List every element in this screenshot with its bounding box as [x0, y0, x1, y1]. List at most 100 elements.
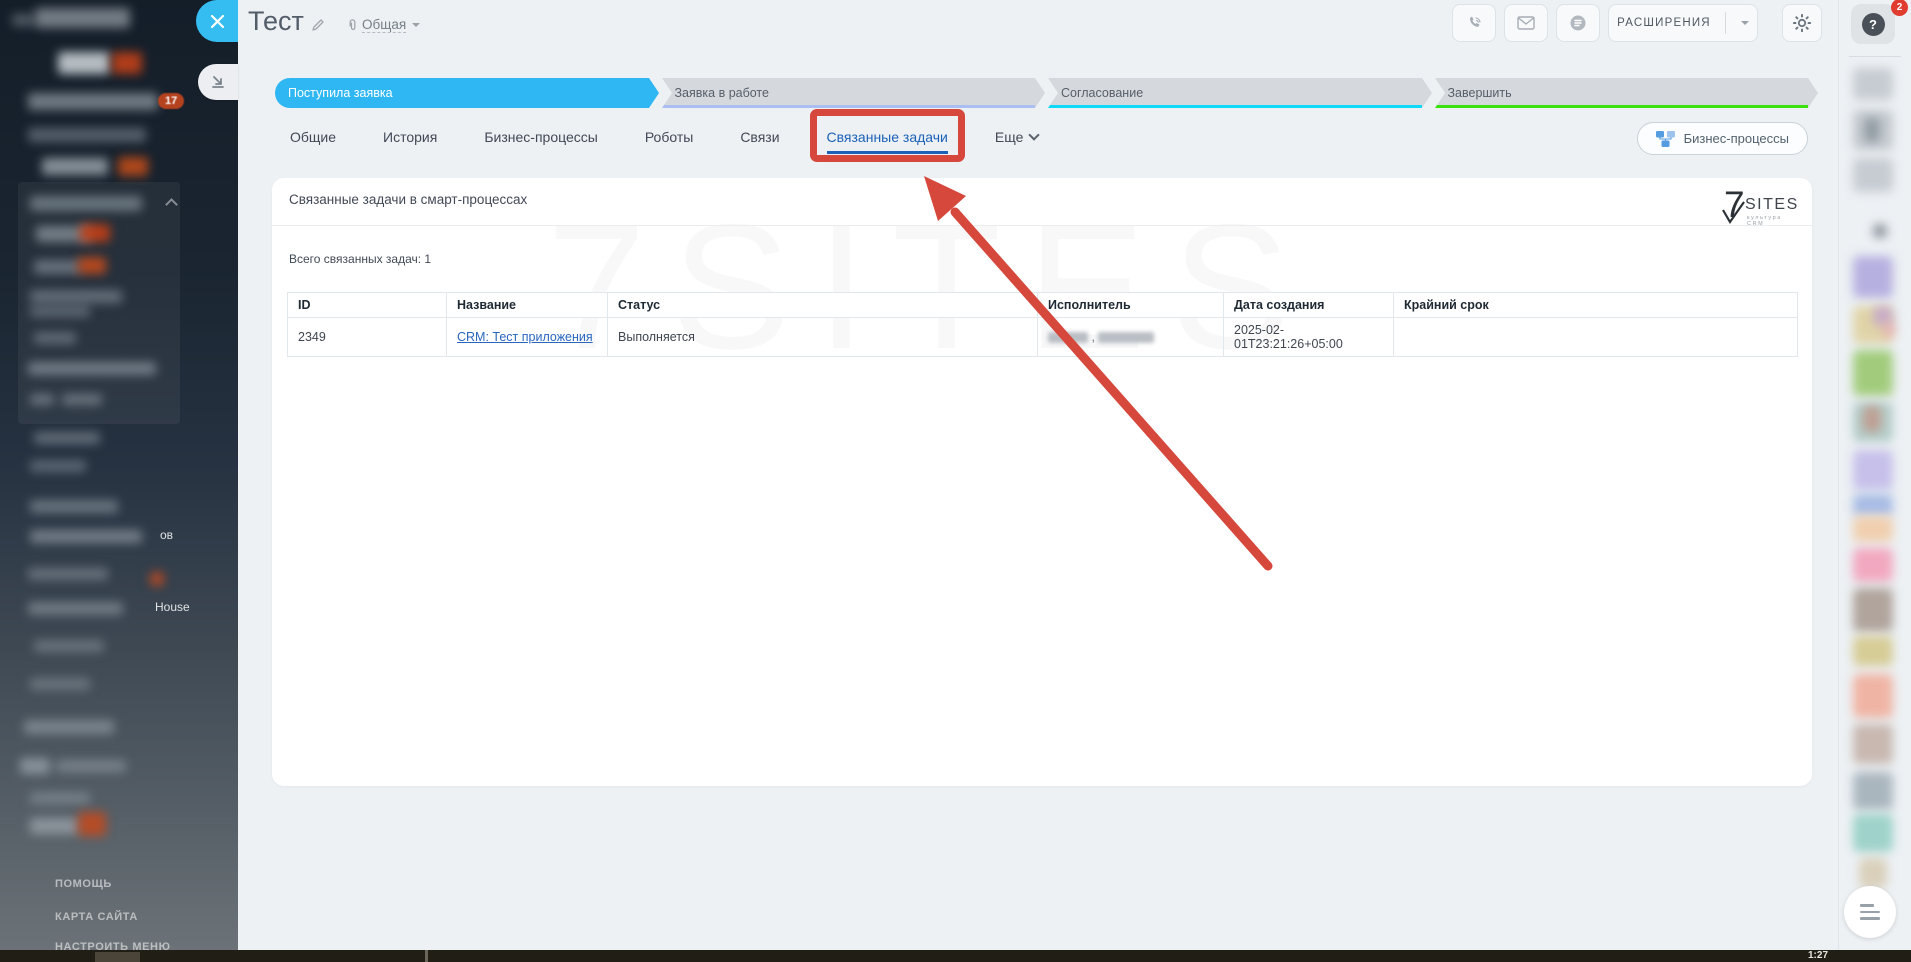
blur-rail-icon[interactable]: [1859, 858, 1887, 888]
blur-blob: [12, 14, 34, 26]
blur-blob: [30, 394, 54, 405]
stage-label: Поступила заявка: [275, 86, 393, 100]
tab-bar: Общие История Бизнес-процессы Роботы Свя…: [290, 124, 1038, 150]
blur-rail-icon[interactable]: [1853, 450, 1893, 490]
tab-business-processes[interactable]: Бизнес-процессы: [484, 129, 597, 145]
stage-color-strip: [1048, 105, 1422, 108]
chevron-down-icon[interactable]: [1741, 21, 1749, 25]
sidebar-text-fragment: House: [155, 600, 190, 614]
chat-button[interactable]: [1556, 4, 1600, 42]
gear-icon: [1792, 13, 1812, 33]
table-header-row: ID Название Статус Исполнитель Дата созд…: [288, 293, 1798, 318]
help-button[interactable]: ? 2: [1851, 4, 1895, 44]
category-selector[interactable]: Общая: [346, 17, 420, 33]
blur-rail-icon[interactable]: [1853, 548, 1893, 582]
extensions-button[interactable]: РАСШИРЕНИЯ: [1608, 4, 1758, 42]
sidebar-help-link[interactable]: ПОМОЩЬ: [55, 878, 112, 890]
tab-general[interactable]: Общие: [290, 129, 336, 145]
page-title: Тест: [248, 6, 304, 37]
blur-blob: [30, 530, 142, 543]
blur-rail-icon[interactable]: [1853, 772, 1893, 810]
blur-blob: [34, 640, 104, 652]
tab-robots[interactable]: Роботы: [645, 129, 693, 145]
tab-links[interactable]: Связи: [740, 129, 779, 145]
chevron-down-icon: [412, 23, 420, 27]
tab-history[interactable]: История: [383, 129, 437, 145]
taskbar-clock: 1:27: [1808, 950, 1828, 961]
cell-name: CRM: Тест приложения: [447, 318, 608, 357]
taskbar-app-blur: [95, 952, 140, 962]
blur-blob: [112, 52, 142, 74]
blur-blob: [34, 432, 100, 444]
extensions-label: РАСШИРЕНИЯ: [1617, 17, 1711, 29]
cell-executor: ,: [1038, 318, 1224, 357]
edit-title-pencil-icon[interactable]: [311, 18, 325, 37]
blur-rail-icon[interactable]: [1873, 224, 1887, 238]
blur-blob: [42, 158, 108, 175]
business-process-icon: [1656, 131, 1675, 147]
col-executor: Исполнитель: [1038, 293, 1224, 318]
blur-blob: [28, 128, 146, 142]
table-row: 2349 CRM: Тест приложения Выполняется , …: [288, 318, 1798, 357]
settings-button[interactable]: [1782, 4, 1822, 42]
blur-rail-icon[interactable]: [1853, 674, 1893, 718]
sidebar-sitemap-link[interactable]: КАРТА САЙТА: [55, 911, 138, 923]
close-button[interactable]: [196, 0, 238, 42]
quick-menu-button[interactable]: [1844, 886, 1896, 938]
mail-icon: [1517, 16, 1535, 30]
tab-more-label: Еще: [995, 129, 1024, 145]
watermark: 7SITES: [547, 184, 1316, 389]
blur-rail-icon[interactable]: [1853, 158, 1893, 192]
divider: [1849, 56, 1901, 57]
cell-id: 2349: [288, 318, 447, 357]
blur-rail-icon[interactable]: [1853, 494, 1893, 516]
hamburger-icon: [1860, 904, 1874, 907]
tab-related-tasks[interactable]: Связанные задачи: [827, 129, 948, 145]
col-id: ID: [288, 293, 447, 318]
help-notification-badge: 2: [1891, 0, 1908, 16]
os-taskbar: 1:27: [0, 950, 1911, 962]
chevron-down-icon: [1029, 129, 1040, 140]
blur-rail-icon[interactable]: [1853, 68, 1893, 100]
sidebar-expanded-group: [18, 182, 180, 424]
blur-blob: [80, 224, 110, 242]
call-button[interactable]: [1452, 4, 1496, 42]
stage-item[interactable]: Заявка в работе: [662, 78, 1036, 108]
blur-blob: [30, 500, 118, 513]
task-link[interactable]: CRM: Тест приложения: [457, 330, 593, 344]
blur-blob: [34, 332, 76, 344]
hamburger-icon: [1860, 917, 1880, 920]
blur-rail-icon[interactable]: [1853, 814, 1893, 852]
cell-deadline: [1394, 318, 1798, 357]
blur-blob: [35, 8, 130, 28]
blur-blob: [30, 306, 90, 317]
blur-blob: [30, 290, 122, 303]
blur-blob: [28, 362, 156, 375]
blur-rail-icon[interactable]: [1853, 588, 1893, 632]
stage-label: Заявка в работе: [662, 86, 769, 100]
col-deadline: Крайний срок: [1394, 293, 1798, 318]
tab-more[interactable]: Еще: [995, 129, 1039, 145]
cell-created: 2025-02-01T23:21:26+05:00: [1224, 318, 1394, 357]
right-rail: ? 2: [1838, 0, 1911, 962]
stage-item[interactable]: Поступила заявка: [275, 78, 649, 108]
blur-rail-icon[interactable]: [1853, 350, 1893, 396]
blur-rail-icon: [1865, 118, 1879, 142]
logo-text: SITES: [1745, 196, 1799, 214]
stage-item[interactable]: Согласование: [1048, 78, 1422, 108]
blur-blob: [56, 760, 126, 772]
col-created: Дата создания: [1224, 293, 1394, 318]
close-icon: [210, 14, 225, 29]
taskbar-divider: [425, 950, 428, 962]
stage-color-strip: [1435, 105, 1809, 108]
stage-item[interactable]: Завершить: [1435, 78, 1809, 108]
sidebar-text-fragment: ов: [160, 528, 173, 542]
blur-rail-icon[interactable]: [1853, 256, 1893, 298]
blur-rail-icon[interactable]: [1853, 724, 1893, 764]
email-button[interactable]: [1504, 4, 1548, 42]
blur-rail-icon[interactable]: [1853, 636, 1893, 666]
related-tasks-card: 7SITES Связанные задачи в смарт-процесса…: [272, 178, 1812, 786]
collapse-panel-button[interactable]: [198, 64, 238, 100]
left-sidebar: 17 ов House ПОМОЩЬ КАРТА САЙТА НАСТРОИТЬ…: [0, 0, 238, 962]
business-processes-button[interactable]: Бизнес-процессы: [1637, 122, 1808, 155]
